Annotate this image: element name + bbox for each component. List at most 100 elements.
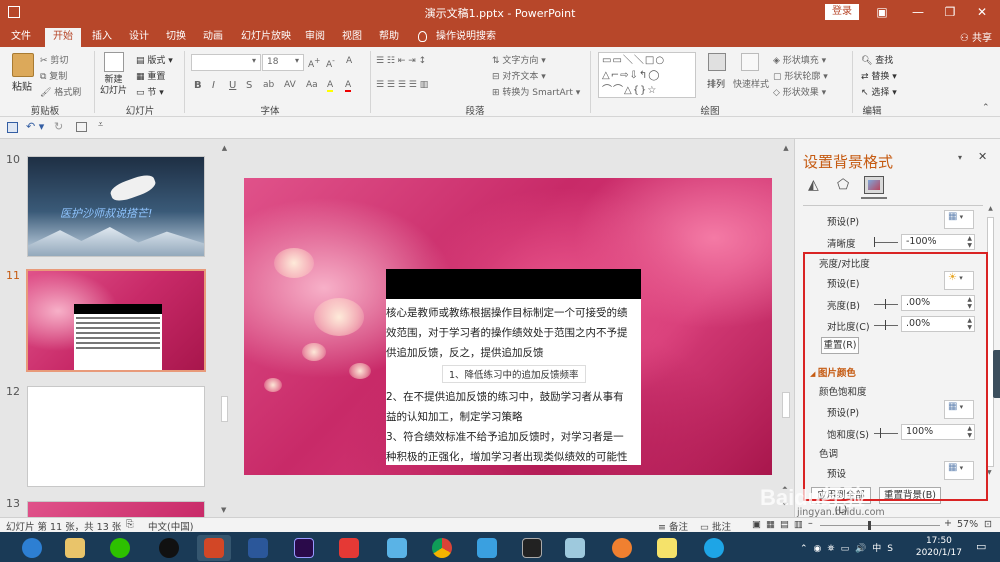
- zoom-minus[interactable]: –: [808, 518, 813, 529]
- taskbar-item[interactable]: [380, 535, 414, 561]
- scroll-down-icon[interactable]: ▼: [221, 506, 226, 514]
- select-button[interactable]: ↖ 选择 ▾: [861, 85, 897, 98]
- section-button[interactable]: ▭ 节 ▾: [136, 85, 164, 98]
- new-slide-icon[interactable]: [104, 52, 124, 72]
- quick-styles-icon[interactable]: [741, 53, 759, 71]
- shadow-button[interactable]: ab: [263, 80, 274, 90]
- taskbar-item[interactable]: [241, 535, 275, 561]
- taskbar-item[interactable]: [470, 535, 504, 561]
- scroll-up-icon[interactable]: ▲: [220, 144, 229, 152]
- find-button[interactable]: 🔍︎ 查找: [861, 53, 893, 66]
- zoom-handle[interactable]: [868, 521, 871, 530]
- shape-outline-button[interactable]: ▢ 形状轮廓 ▾: [773, 69, 828, 82]
- redo-icon[interactable]: ↻: [54, 120, 63, 133]
- spin-icon[interactable]: ▲ ▼: [967, 235, 972, 249]
- scrollbar-thumb[interactable]: [987, 217, 994, 467]
- effects-pentagon-icon[interactable]: ⬠: [837, 177, 849, 193]
- shapes-gallery[interactable]: ▭▭＼＼□○ △⌐⇨⇩↰◯ ⌒⌒△{}☆: [598, 52, 696, 98]
- fill-bucket-icon[interactable]: ◭: [808, 177, 819, 193]
- comments-button[interactable]: ▭ 批注: [700, 519, 731, 533]
- tab-help[interactable]: 帮助: [377, 28, 401, 47]
- fit-slide-icon[interactable]: ⊡: [984, 519, 992, 530]
- minimize-icon[interactable]: —: [904, 2, 932, 22]
- taskbar-item[interactable]: [558, 535, 592, 561]
- notes-button[interactable]: ≡ 备注: [658, 519, 688, 533]
- canvas-scrollbar[interactable]: ▲ ⏶ ⏷: [781, 144, 791, 517]
- taskbar-item[interactable]: [332, 535, 366, 561]
- spellcheck-icon[interactable]: ⎘: [126, 519, 134, 530]
- new-slide-button[interactable]: 新建 幻灯片: [100, 75, 127, 97]
- share-button[interactable]: ⚇ 共享: [960, 29, 992, 44]
- tab-design[interactable]: 设计: [127, 28, 151, 47]
- tab-slideshow[interactable]: 幻灯片放映: [239, 28, 293, 47]
- slide-subtitle-label[interactable]: 1、降低练习中的追加反馈频率: [442, 365, 586, 383]
- taskbar-item[interactable]: [425, 535, 459, 561]
- slide-thumbnail-11[interactable]: [26, 269, 206, 372]
- scrollbar-thumb[interactable]: [221, 396, 228, 422]
- sharpness-input[interactable]: -100% ▲ ▼: [901, 234, 975, 250]
- paste-button[interactable]: 粘贴: [12, 78, 32, 93]
- taskbar-item[interactable]: [650, 535, 684, 561]
- italic-button[interactable]: I: [212, 80, 215, 91]
- login-button[interactable]: 登录: [825, 4, 859, 20]
- arrange-button[interactable]: 排列: [707, 77, 725, 90]
- tab-home[interactable]: 开始: [45, 28, 81, 47]
- preset-dropdown[interactable]: ▦ ▾: [944, 210, 974, 229]
- underline-button[interactable]: U: [229, 80, 236, 91]
- slide-thumbnail-12[interactable]: [27, 386, 205, 487]
- current-slide[interactable]: 核心是教师或教练根据操作目标制定一个可接受的绩 效范围，对于学习者的操作绩效处于…: [244, 178, 772, 475]
- save-icon[interactable]: [7, 122, 18, 133]
- undo-icon[interactable]: ↶ ▾: [26, 120, 44, 133]
- customize-qat-icon[interactable]: ⩡: [98, 120, 103, 130]
- slider-handle[interactable]: [874, 237, 875, 247]
- quick-styles-button[interactable]: 快速样式: [733, 77, 769, 90]
- slide-thumbnail-10[interactable]: 医护沙师叔说搭芒!: [27, 156, 205, 257]
- tab-insert[interactable]: 插入: [90, 28, 114, 47]
- taskbar-item[interactable]: [103, 535, 137, 561]
- tab-animations[interactable]: 动画: [201, 28, 225, 47]
- notification-icon[interactable]: ▭: [976, 540, 986, 553]
- zoom-plus[interactable]: +: [944, 518, 952, 529]
- scrollbar-thumb[interactable]: [782, 392, 790, 418]
- scroll-up-icon[interactable]: ▲: [781, 144, 791, 152]
- tray-icons[interactable]: ⌃◉⛯▭🔊中S: [800, 541, 899, 554]
- close-icon[interactable]: ✕: [978, 150, 987, 163]
- bold-button[interactable]: B: [194, 80, 202, 91]
- pane-options-icon[interactable]: ▾: [958, 153, 962, 162]
- arrange-icon[interactable]: [708, 53, 726, 71]
- taskbar-item[interactable]: [58, 535, 92, 561]
- zoom-level[interactable]: 57%: [957, 519, 978, 530]
- text-direction-button[interactable]: ⇅ 文字方向 ▾: [492, 53, 546, 66]
- align-text-button[interactable]: ⊟ 对齐文本 ▾: [492, 69, 546, 82]
- scroll-up-icon[interactable]: ▲: [986, 205, 995, 212]
- restore-icon[interactable]: ❐: [936, 2, 964, 22]
- thumbnail-scrollbar[interactable]: ▲ ▼: [220, 144, 229, 517]
- highlight-button[interactable]: A: [327, 80, 334, 92]
- taskbar-item[interactable]: [15, 535, 49, 561]
- system-clock[interactable]: 17:50 2020/1/17: [916, 535, 962, 559]
- grow-font-icon[interactable]: A+: [308, 56, 320, 70]
- taskbar-item[interactable]: [197, 535, 231, 561]
- taskbar-item[interactable]: [697, 535, 731, 561]
- tab-file[interactable]: 文件: [9, 28, 33, 47]
- taskbar-item[interactable]: [605, 535, 639, 561]
- collapse-ribbon-icon[interactable]: ⌃: [982, 103, 990, 113]
- chevron-down-icon[interactable]: ▾: [295, 56, 299, 65]
- reset-button[interactable]: ▦ 重置: [136, 69, 165, 82]
- side-tab-handle[interactable]: [993, 350, 1000, 398]
- view-buttons[interactable]: ▣▦▤▥: [752, 519, 808, 530]
- spacing-button[interactable]: AV: [284, 80, 296, 90]
- smartart-button[interactable]: ⊞ 转换为 SmartArt ▾: [492, 85, 580, 98]
- close-icon[interactable]: ✕: [968, 2, 996, 22]
- font-name-combo[interactable]: [191, 54, 261, 71]
- ribbon-display-icon[interactable]: ▣: [868, 2, 896, 22]
- align-icons[interactable]: ☰ ☰ ☰ ☰ ▥: [376, 80, 428, 90]
- cut-button[interactable]: ✂ 剪切: [40, 53, 68, 66]
- replace-button[interactable]: ⇄ 替换 ▾: [861, 69, 897, 82]
- format-painter-button[interactable]: 🖌 格式刷: [40, 85, 81, 98]
- shrink-font-icon[interactable]: A-: [326, 56, 335, 70]
- copy-button[interactable]: ⧉ 复制: [40, 69, 67, 82]
- clear-format-icon[interactable]: A: [346, 56, 352, 66]
- strike-button[interactable]: S: [246, 80, 252, 91]
- layout-button[interactable]: ▤ 版式 ▾: [136, 53, 173, 66]
